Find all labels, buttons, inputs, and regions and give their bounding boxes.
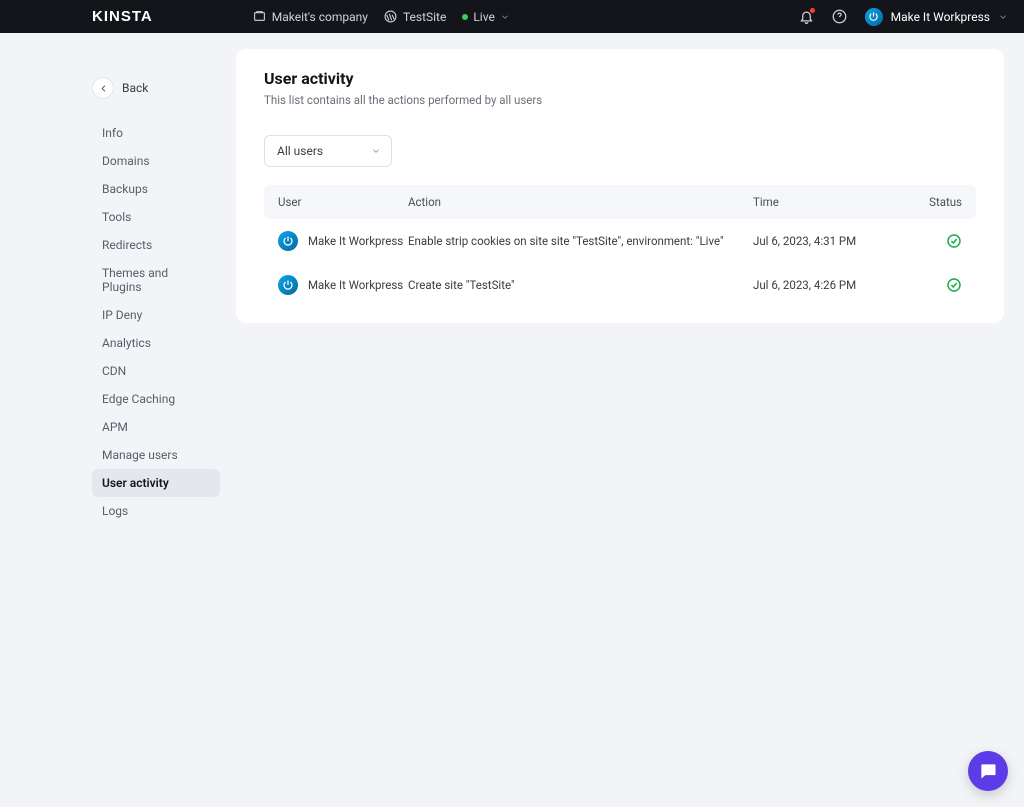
user-menu[interactable]: Make It Workpress — [865, 8, 1008, 26]
avatar — [278, 231, 298, 251]
sidebar-item-user-activity[interactable]: User activity — [92, 469, 220, 497]
sidebar-nav: Info Domains Backups Tools Redirects The… — [92, 119, 220, 525]
notifications-button[interactable] — [799, 9, 814, 24]
chevron-down-icon — [998, 12, 1008, 22]
col-user: User — [278, 195, 408, 209]
sidebar-item-ip-deny[interactable]: IP Deny — [92, 301, 220, 329]
chevron-down-icon — [371, 146, 381, 156]
sidebar-item-analytics[interactable]: Analytics — [92, 329, 220, 357]
row-time: Jul 6, 2023, 4:26 PM — [753, 278, 908, 292]
status-ok-icon — [908, 233, 962, 249]
row-action: Enable strip cookies on site site "TestS… — [408, 234, 753, 248]
breadcrumb-env-label: Live — [473, 10, 494, 24]
help-circle-icon — [832, 9, 847, 24]
row-user-cell: Make It Workpress — [278, 275, 408, 295]
sidebar-item-info[interactable]: Info — [92, 119, 220, 147]
col-action: Action — [408, 195, 753, 209]
avatar — [278, 275, 298, 295]
row-user-name: Make It Workpress — [308, 278, 403, 292]
sidebar-item-backups[interactable]: Backups — [92, 175, 220, 203]
sidebar-item-redirects[interactable]: Redirects — [92, 231, 220, 259]
row-user-cell: Make It Workpress — [278, 231, 408, 251]
page-subtitle: This list contains all the actions perfo… — [264, 93, 976, 107]
sidebar-item-domains[interactable]: Domains — [92, 147, 220, 175]
breadcrumb-env[interactable]: Live — [462, 10, 509, 24]
power-icon — [282, 279, 294, 291]
page-layout: Back Info Domains Backups Tools Redirect… — [0, 33, 1024, 545]
logo[interactable]: KINSTA — [92, 8, 153, 25]
row-time: Jul 6, 2023, 4:31 PM — [753, 234, 908, 248]
power-icon — [868, 11, 879, 22]
row-action: Create site "TestSite" — [408, 278, 753, 292]
power-icon — [282, 235, 294, 247]
company-icon — [253, 10, 267, 24]
sidebar-item-logs[interactable]: Logs — [92, 497, 220, 525]
page-title: User activity — [264, 69, 976, 88]
breadcrumb-site-label: TestSite — [403, 10, 446, 24]
user-filter-select[interactable]: All users — [264, 135, 392, 167]
wordpress-icon — [384, 10, 398, 24]
notification-dot-icon — [810, 8, 815, 13]
sidebar-item-edge-caching[interactable]: Edge Caching — [92, 385, 220, 413]
sidebar-item-manage-users[interactable]: Manage users — [92, 441, 220, 469]
arrow-left-icon — [92, 77, 114, 99]
sidebar-item-themes-plugins[interactable]: Themes and Plugins — [92, 259, 220, 301]
user-filter-label: All users — [277, 144, 323, 158]
row-user-name: Make It Workpress — [308, 234, 403, 248]
status-ok-icon — [908, 277, 962, 293]
table-header: User Action Time Status — [264, 185, 976, 219]
breadcrumb-company-label: Makeit's company — [272, 10, 368, 24]
user-menu-label: Make It Workpress — [891, 10, 990, 24]
breadcrumb: Makeit's company TestSite Live — [253, 10, 510, 24]
env-live-dot-icon — [462, 14, 468, 20]
chat-icon — [978, 761, 998, 781]
col-status: Status — [908, 195, 962, 209]
chat-fab[interactable] — [968, 751, 1008, 791]
table-row: Make It Workpress Enable strip cookies o… — [264, 219, 976, 263]
back-button[interactable]: Back — [92, 77, 220, 119]
sidebar: Back Info Domains Backups Tools Redirect… — [92, 61, 220, 525]
avatar — [865, 8, 883, 26]
help-button[interactable] — [832, 9, 847, 24]
chevron-down-icon — [500, 12, 510, 22]
main-card: User activity This list contains all the… — [236, 49, 1004, 323]
back-label: Back — [122, 81, 148, 95]
header-right: Make It Workpress — [799, 8, 1008, 26]
breadcrumb-company[interactable]: Makeit's company — [253, 10, 368, 24]
breadcrumb-site[interactable]: TestSite — [384, 10, 446, 24]
top-header: KINSTA Makeit's company TestSite Live — [0, 0, 1024, 33]
table-row: Make It Workpress Create site "TestSite"… — [264, 263, 976, 307]
sidebar-item-tools[interactable]: Tools — [92, 203, 220, 231]
sidebar-item-apm[interactable]: APM — [92, 413, 220, 441]
sidebar-item-cdn[interactable]: CDN — [92, 357, 220, 385]
col-time: Time — [753, 195, 908, 209]
